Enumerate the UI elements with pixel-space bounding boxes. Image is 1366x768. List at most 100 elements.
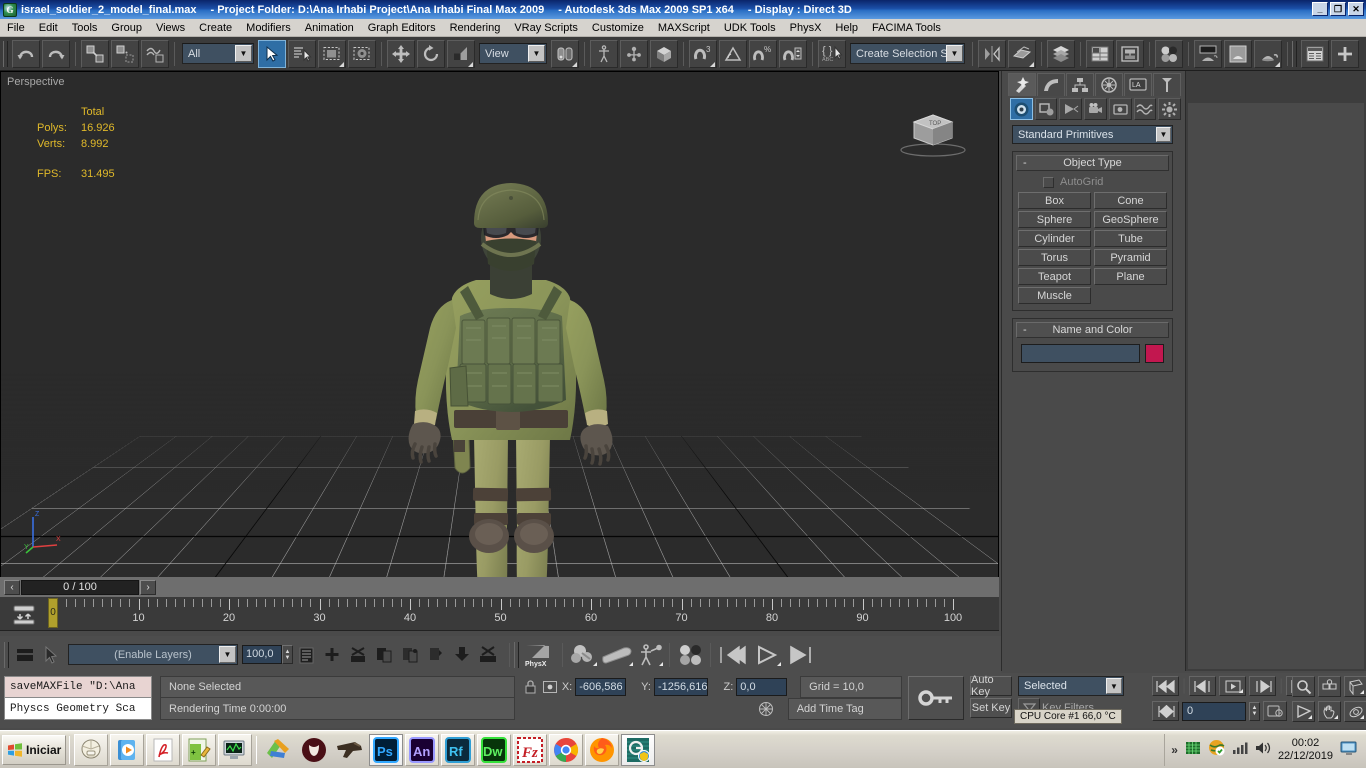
perspective-viewport[interactable]: Perspective Total Polys: 16.926 Verts: 8… [0,71,999,596]
isolate-selection-icon[interactable] [756,701,774,717]
zoom-icon[interactable] [1292,676,1315,697]
layer-percent-field[interactable]: 100,0 [242,645,282,664]
security-shield-icon[interactable] [1208,739,1225,761]
redo-icon[interactable] [42,40,70,68]
soldier-3d-model[interactable] [356,168,666,596]
physx-icon[interactable]: PhysX [522,642,558,668]
pan-view-icon[interactable] [1318,701,1341,722]
layer-manager-icon[interactable] [1047,40,1075,68]
chevron-down-icon[interactable]: ▼ [528,45,545,62]
spinner-snap-toggle-icon[interactable] [779,40,807,68]
refine-icon[interactable]: Rf [441,734,475,766]
filezilla-icon[interactable]: Fz [513,734,547,766]
firefox-icon[interactable] [585,734,619,766]
systems-category-icon[interactable] [1158,98,1181,120]
chevron-down-icon[interactable]: ▼ [235,45,252,62]
weapon-mod-icon[interactable] [333,734,367,766]
menu-item-graph-editors[interactable]: Graph Editors [361,21,443,35]
menu-item-customize[interactable]: Customize [585,21,651,35]
notepadpp-icon[interactable]: + [182,734,216,766]
maxscript-input-line[interactable]: Physcs Geometry Sca [4,698,152,720]
layer-properties-icon[interactable] [293,642,319,668]
maxscript-listener-icon[interactable] [1301,40,1329,68]
unlink-selection-icon[interactable] [111,40,139,68]
motion-tab[interactable] [1095,73,1123,96]
geometry-category-icon[interactable] [1010,98,1033,120]
select-by-name-icon[interactable] [288,40,316,68]
track-bar[interactable]: 102030405060708090100 0 [0,597,999,631]
curve-editor-icon[interactable] [1086,40,1114,68]
object-subcategory-combo[interactable]: Standard Primitives ▼ [1012,125,1173,144]
explode-layer-icon[interactable] [475,642,501,668]
select-and-move-icon[interactable] [387,40,415,68]
current-frame-field[interactable]: 0 [1182,702,1246,721]
layer-manager-open-icon[interactable] [12,642,38,668]
field-of-view-icon[interactable] [1292,701,1315,722]
set-current-layer-icon[interactable] [423,642,449,668]
show-desktop-icon[interactable] [74,734,108,766]
create-teapot-button[interactable]: Teapot [1018,268,1091,285]
unreal-engine-icon[interactable] [297,734,331,766]
render-frame-window-icon[interactable] [1224,40,1252,68]
menu-item-physx[interactable]: PhysX [783,21,829,35]
frame-spinner[interactable]: ▲▼ [1249,702,1260,721]
time-playhead[interactable]: 0 [48,598,58,628]
add-plugin-icon[interactable] [1331,40,1359,68]
signal-strength-icon[interactable] [1232,741,1248,760]
render-production-icon[interactable] [1254,40,1282,68]
layer-percent-spinner[interactable]: ▲▼ [282,645,293,664]
menu-item-file[interactable]: File [0,21,32,35]
network-grid-icon[interactable] [1185,740,1201,761]
chevron-down-icon[interactable]: ▼ [946,45,963,62]
zoom-extents-icon[interactable] [1344,676,1366,697]
helpers-category-icon[interactable] [1109,98,1132,120]
name-and-color-header[interactable]: - Name and Color [1016,322,1169,338]
photoshop-icon[interactable]: Ps [369,734,403,766]
align-icon[interactable] [1008,40,1036,68]
collapse-icon[interactable]: - [1023,324,1027,336]
select-and-rotate-icon[interactable] [417,40,445,68]
minimize-button[interactable]: _ [1312,2,1328,16]
create-plane-button[interactable]: Plane [1094,268,1167,285]
menu-item-rendering[interactable]: Rendering [443,21,508,35]
start-button[interactable]: Iniciar [2,735,66,765]
view-cube[interactable]: TOP [898,104,968,159]
maxscript-mini-listener[interactable]: saveMAXFile "D:\Ana Physcs Geometry Sca [4,676,152,720]
go-to-end-icon[interactable] [783,642,817,668]
undo-icon[interactable] [12,40,40,68]
angle-snap-toggle-icon[interactable] [719,40,747,68]
collapse-layer-icon[interactable] [449,642,475,668]
z-field[interactable]: 0,0 [736,678,787,696]
previous-frame-icon[interactable] [1189,676,1216,696]
create-tab[interactable] [1008,73,1036,96]
previous-frame-button[interactable]: ‹ [4,580,20,595]
shapes-category-icon[interactable] [1035,98,1058,120]
named-selection-set-combo[interactable]: Create Selection Set ▼ [850,43,965,64]
toolbar-grip[interactable] [1292,41,1297,67]
hierarchy-tab[interactable] [1066,73,1094,96]
selection-filter-combo[interactable]: All ▼ [182,43,254,64]
system-monitor-icon[interactable] [218,734,252,766]
animate-icon[interactable]: An [405,734,439,766]
acrobat-reader-icon[interactable] [146,734,180,766]
show-desktop-tray-icon[interactable] [1340,740,1358,761]
mirror-icon[interactable] [978,40,1006,68]
create-box-button[interactable]: Box [1018,192,1091,209]
current-frame-display[interactable]: 0 / 100 [21,580,139,595]
select-and-scale-icon[interactable] [447,40,475,68]
menu-item-facima-tools[interactable]: FACIMA Tools [865,21,948,35]
menu-item-edit[interactable]: Edit [32,21,65,35]
select-object-icon[interactable] [258,40,286,68]
create-bone-icon[interactable] [599,642,635,668]
play-animation-icon[interactable] [1219,676,1246,696]
edit-named-selection-sets-icon[interactable]: { }ABC [818,40,846,68]
menu-item-maxscript[interactable]: MAXScript [651,21,717,35]
delete-layer-icon[interactable] [345,642,371,668]
dreamweaver-icon[interactable]: Dw [477,734,511,766]
menu-item-modifiers[interactable]: Modifiers [239,21,298,35]
snaps-toggle-box-icon[interactable] [650,40,678,68]
select-and-manipulate-icon[interactable] [590,40,618,68]
create-geosphere-button[interactable]: GeoSphere [1094,211,1167,228]
object-color-swatch[interactable] [1145,344,1164,363]
create-new-layer-icon[interactable] [319,642,345,668]
